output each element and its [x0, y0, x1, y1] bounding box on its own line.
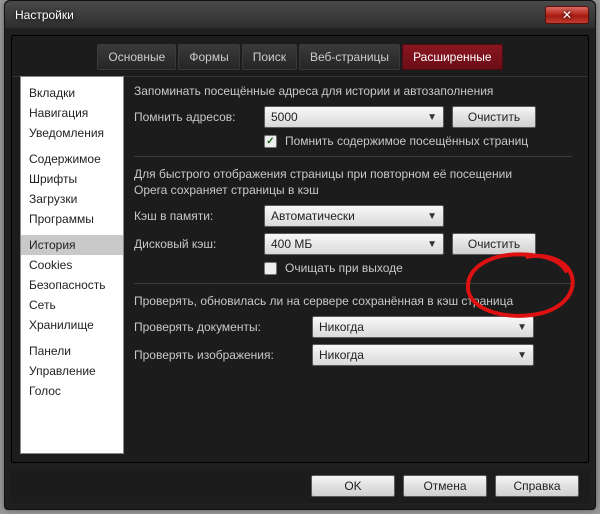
tab-webpages[interactable]: Веб-страницы: [299, 44, 400, 70]
chevron-down-icon: ▼: [427, 211, 437, 222]
main-panel: Запоминать посещённые адреса для истории…: [132, 76, 580, 454]
tab-forms[interactable]: Формы: [178, 44, 239, 70]
remember-content-label: Помнить содержимое посещённых страниц: [285, 134, 528, 148]
tab-search[interactable]: Поиск: [242, 44, 297, 70]
sidebar-item-management[interactable]: Управление: [21, 361, 123, 381]
clear-on-exit-label: Очищать при выходе: [285, 261, 403, 275]
remember-addresses-select[interactable]: 5000 ▼: [264, 106, 444, 128]
history-heading-1: Запоминать посещённые адреса для истории…: [134, 84, 572, 98]
sidebar-item-content[interactable]: Содержимое: [21, 149, 123, 169]
memory-cache-value: Автоматически: [271, 209, 355, 223]
memory-cache-label: Кэш в памяти:: [134, 209, 256, 223]
sidebar-item-fonts[interactable]: Шрифты: [21, 169, 123, 189]
check-images-value: Никогда: [319, 348, 364, 362]
sidebar-item-security[interactable]: Безопасность: [21, 275, 123, 295]
dialog-footer: OK Отмена Справка: [11, 469, 589, 503]
tabstrip: Основные Формы Поиск Веб-страницы Расшир…: [12, 36, 588, 77]
sidebar-item-downloads[interactable]: Загрузки: [21, 189, 123, 209]
chevron-down-icon: ▼: [427, 112, 437, 123]
tab-advanced[interactable]: Расширенные: [402, 44, 503, 70]
check-documents-label: Проверять документы:: [134, 320, 304, 334]
disk-cache-value: 400 МБ: [271, 237, 312, 251]
chevron-down-icon: ▼: [427, 239, 437, 250]
ok-button[interactable]: OK: [311, 475, 395, 497]
sidebar-item-storage[interactable]: Хранилище: [21, 315, 123, 335]
chevron-down-icon: ▼: [517, 350, 527, 361]
sidebar-item-voice[interactable]: Голос: [21, 381, 123, 401]
remember-addresses-label: Помнить адресов:: [134, 110, 256, 124]
sidebar-item-notifications[interactable]: Уведомления: [21, 123, 123, 143]
help-button[interactable]: Справка: [495, 475, 579, 497]
close-icon: ✕: [562, 8, 572, 22]
tab-main[interactable]: Основные: [97, 44, 176, 70]
body: Вкладки Навигация Уведомления Содержимое…: [20, 76, 580, 454]
cache-heading-b: Opera сохраняет страницы в кэш: [134, 183, 572, 197]
check-images-select[interactable]: Никогда ▼: [312, 344, 534, 366]
clear-on-exit-checkbox[interactable]: ✓: [264, 262, 277, 275]
sidebar: Вкладки Навигация Уведомления Содержимое…: [20, 76, 124, 454]
titlebar: Настройки ✕: [5, 1, 595, 29]
cache-heading-a: Для быстрого отображения страницы при по…: [134, 167, 572, 181]
disk-cache-select[interactable]: 400 МБ ▼: [264, 233, 444, 255]
window-title: Настройки: [15, 8, 545, 22]
remember-addresses-value: 5000: [271, 110, 298, 124]
sidebar-item-programs[interactable]: Программы: [21, 209, 123, 229]
disk-cache-label: Дисковый кэш:: [134, 237, 256, 251]
check-heading: Проверять, обновилась ли на сервере сохр…: [134, 294, 572, 308]
sidebar-item-panels[interactable]: Панели: [21, 341, 123, 361]
check-images-label: Проверять изображения:: [134, 348, 304, 362]
sidebar-item-history[interactable]: История: [21, 235, 123, 255]
check-documents-value: Никогда: [319, 320, 364, 334]
content-area: Основные Формы Поиск Веб-страницы Расшир…: [11, 35, 589, 463]
clear-history-button[interactable]: Очистить: [452, 106, 536, 128]
cancel-button[interactable]: Отмена: [403, 475, 487, 497]
remember-content-checkbox[interactable]: ✓: [264, 135, 277, 148]
chevron-down-icon: ▼: [517, 322, 527, 333]
sidebar-item-tabs[interactable]: Вкладки: [21, 83, 123, 103]
check-documents-select[interactable]: Никогда ▼: [312, 316, 534, 338]
settings-window: Настройки ✕ Основные Формы Поиск Веб-стр…: [4, 0, 596, 510]
clear-cache-button[interactable]: Очистить: [452, 233, 536, 255]
memory-cache-select[interactable]: Автоматически ▼: [264, 205, 444, 227]
close-button[interactable]: ✕: [545, 6, 589, 24]
sidebar-item-cookies[interactable]: Cookies: [21, 255, 123, 275]
sidebar-item-navigation[interactable]: Навигация: [21, 103, 123, 123]
sidebar-item-network[interactable]: Сеть: [21, 295, 123, 315]
